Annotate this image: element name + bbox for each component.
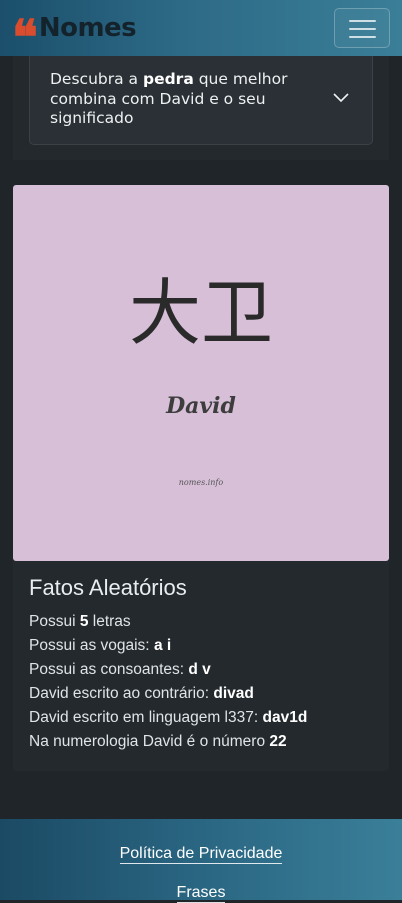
stone-accordion-button[interactable]: Descubra a pedra que melhor combina com …	[29, 56, 373, 145]
brand-name: Nomes	[38, 13, 137, 43]
hamburger-menu-icon	[349, 20, 376, 22]
accordion-label: Descubra a pedra que melhor combina com …	[50, 70, 288, 127]
facts-title: Fatos Aleatórios	[29, 575, 187, 600]
fact-consonants: Possui as consoantes: d v	[29, 661, 211, 678]
fact-letters: Possui 5 letras	[29, 613, 131, 630]
random-facts-card: Fatos Aleatórios Possui 5 letras Possui …	[13, 561, 389, 771]
fact-reversed: David escrito ao contrário: divad	[29, 685, 254, 702]
chevron-down-icon	[333, 93, 349, 103]
fact-leet: David escrito em linguagem l337: dav1d	[29, 709, 308, 726]
brand-logo[interactable]: ❝ Nomes	[12, 10, 137, 50]
image-watermark: nomes.info	[178, 478, 224, 487]
hamburger-menu-icon-bar	[349, 36, 376, 38]
footer: Política de Privacidade Frases	[0, 819, 402, 903]
privacy-policy-link[interactable]: Política de Privacidade	[0, 845, 402, 864]
quote-logo-icon: ❝	[12, 14, 38, 50]
name-kanji: 大卫	[128, 271, 273, 355]
image-name-text: David	[166, 393, 236, 419]
fact-vowels: Possui as vogais: a i	[29, 637, 172, 654]
menu-toggle-button[interactable]	[334, 8, 390, 48]
name-image: 大卫 David nomes.info	[13, 185, 389, 561]
quotes-link[interactable]: Frases	[0, 884, 402, 903]
navbar: ❝ Nomes	[0, 0, 402, 56]
hamburger-menu-icon-bar	[349, 28, 376, 30]
fact-numerology: Na numerologia David é o número 22	[29, 733, 287, 750]
